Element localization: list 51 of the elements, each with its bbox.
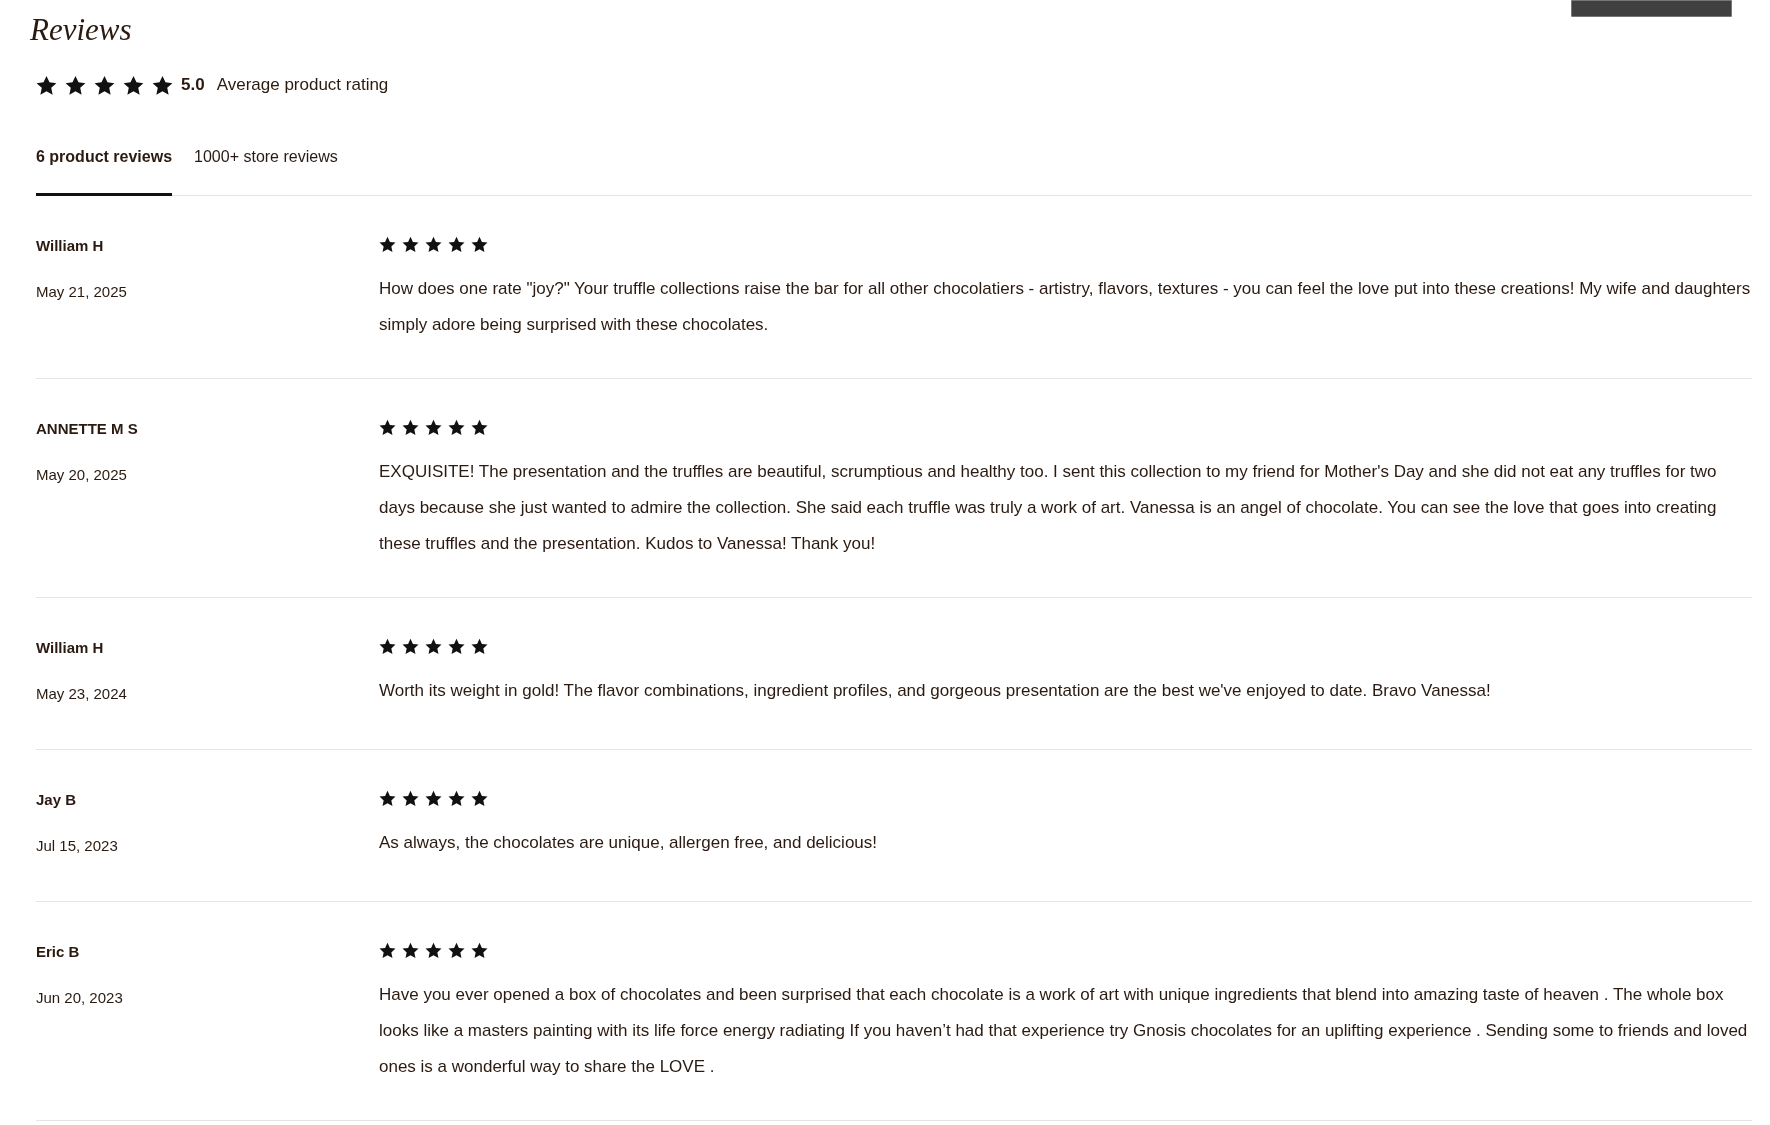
star-icon [379, 790, 396, 807]
star-icon [379, 236, 396, 253]
star-icon [448, 638, 465, 655]
review-date: Jul 15, 2023 [36, 836, 119, 856]
reviewer-name: William H [36, 638, 105, 658]
average-score: 5.0 [181, 74, 205, 96]
dark-bar-button[interactable] [1571, 0, 1732, 17]
star-icon [425, 638, 442, 655]
star-icon [402, 942, 419, 959]
review-date: May 21, 2025 [36, 282, 128, 302]
star-icon [425, 942, 442, 959]
star-icon [379, 419, 396, 436]
reviewer-name: ANNETTE M S [36, 419, 139, 439]
reviewer-name: Jay B [36, 790, 78, 810]
reviews-tab[interactable]: 6 product reviews [36, 147, 173, 196]
star-icon [379, 638, 396, 655]
star-icon [448, 419, 465, 436]
review-text: How does one rate "joy?" Your truffle collections raise the bar for all other chocolatiers - artistry, flavors, textures - you can feel the love put into these creations! My wife and daughters simply adore being surprised with these chocolates. [379, 278, 1752, 336]
star-icon [379, 942, 396, 959]
review-date: May 23, 2024 [36, 684, 128, 704]
review-date: May 20, 2025 [36, 465, 128, 485]
star-icon [448, 790, 465, 807]
star-icon [402, 790, 419, 807]
review-date: Jun 20, 2023 [36, 988, 124, 1008]
review-text: Have you ever opened a box of chocolates and been surprised that each chocolate is a work of art with unique ingredients that blend into amazing taste of heaven . The whole box looks like a masters painting with its life force energy radiating If you haven’t had that experience try Gnosis chocolates for an uplifting experience . Sending some to friends and loved ones is a wonderful way to share the LOVE . [379, 984, 1749, 1078]
reviewer-name: Eric B [36, 942, 81, 962]
average-rating-label: Average product rating [216, 74, 389, 96]
star-icon [471, 638, 488, 655]
star-icon [402, 236, 419, 253]
star-icon [471, 236, 488, 253]
star-icon [471, 790, 488, 807]
star-icon [36, 74, 57, 96]
star-icon [448, 942, 465, 959]
star-icon [425, 236, 442, 253]
star-icon [402, 638, 419, 655]
star-icon [94, 74, 115, 96]
star-icon [471, 942, 488, 959]
reviews-tab[interactable]: 1000+ store reviews [194, 147, 338, 196]
star-icon [448, 236, 465, 253]
section-title: Reviews [30, 11, 132, 49]
star-icon [152, 74, 173, 96]
reviewer-name: William H [36, 236, 105, 256]
star-icon [425, 790, 442, 807]
star-icon [123, 74, 144, 96]
star-icon [471, 419, 488, 436]
star-icon [65, 74, 86, 96]
review-text: As always, the chocolates are unique, allergen free, and delicious! [379, 832, 879, 854]
star-icon [402, 419, 419, 436]
star-icon [425, 419, 442, 436]
review-text: EXQUISITE! The presentation and the truffles are beautiful, scrumptious and healthy too. I sent this collection to my friend for Mother's Day and she did not eat any truffles for two days because she just wanted to admire the collection. She said each truffle was truly a work of art. Vanessa is an angel of chocolate. You can see the love that goes into creating these truffles and the presentation. Kudos to Vanessa! Thank you! [379, 461, 1718, 555]
review-text: Worth its weight in gold! The flavor combinations, ingredient profiles, and gorgeous presentation are the best we've enjoyed to date. Bravo Vanessa! [379, 680, 1492, 702]
